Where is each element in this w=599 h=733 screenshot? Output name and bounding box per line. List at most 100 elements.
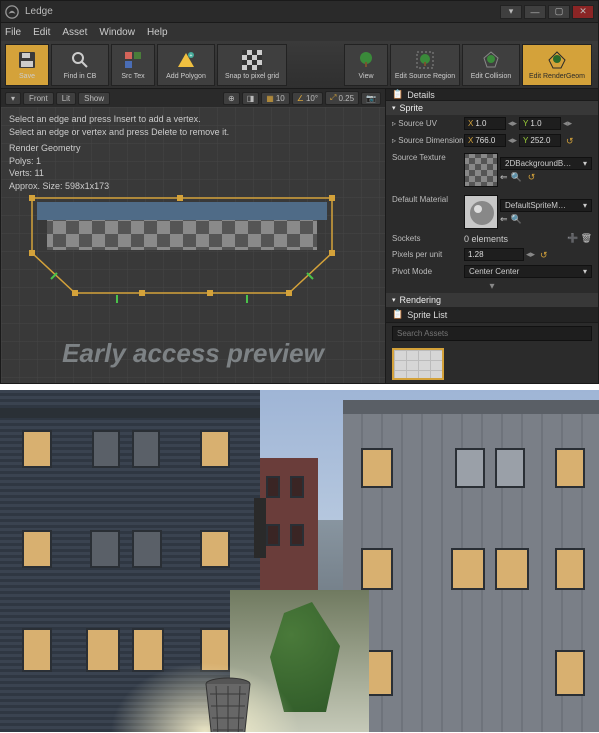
menu-file[interactable]: File [5,27,21,38]
pivot-mode-dropdown[interactable]: Center Center▾ [464,265,592,278]
save-button[interactable]: Save [5,44,49,86]
source-texture-thumb[interactable] [464,153,498,187]
spinner-icon[interactable]: ◂▸ [508,118,517,129]
angle-snap-field[interactable]: ∠10° [292,92,323,105]
sockets-row: Sockets 0 elements ➕ 🗑 [386,231,598,246]
menu-edit[interactable]: Edit [33,27,50,38]
source-dim-y-field[interactable]: Y252.0 [519,134,561,147]
grid-snap-field[interactable]: ▦10 [261,92,289,105]
transform-mode-toggle[interactable]: ⊕ [223,92,240,105]
close-button[interactable]: ✕ [572,5,594,19]
default-material-thumb[interactable] [464,195,498,229]
reset-icon[interactable]: ↺ [528,172,538,182]
menu-window[interactable]: Window [99,27,135,38]
titlebar: Ledge ▾ — ▢ ✕ [1,1,598,23]
find-in-cb-button[interactable]: Find in CB [51,44,109,86]
use-asset-icon[interactable]: ⇐ [500,214,508,225]
add-element-icon[interactable]: ➕ [567,233,578,244]
maximize-button[interactable]: ▢ [548,5,570,19]
scale-snap-field[interactable]: ⤢0.25 [325,91,359,105]
source-texture-dropdown[interactable]: 2DBackgroundB…▾ [500,157,592,170]
window-title: Ledge [25,6,53,17]
pixels-per-unit-row: Pixels per unit 1.28 ◂▸ ↺ [386,246,598,263]
sprite-asset-thumb[interactable] [392,348,444,380]
add-polygon-button[interactable]: + Add Polygon [157,44,215,86]
source-dim-x-field[interactable]: X766.0 [464,134,506,147]
source-dimension-row: ▹ Source Dimension X766.0 ◂▸ Y252.0 ↺ [386,132,598,149]
ppu-field[interactable]: 1.28 [464,248,524,261]
pivot-label: Pivot Mode [392,267,464,276]
source-uv-label: ▹ Source UV [392,119,464,128]
browse-asset-icon[interactable]: 🔍 [511,172,522,183]
expand-arrow-icon[interactable]: ▾ [386,280,598,293]
surface-snap-toggle[interactable]: ◨ [242,92,260,105]
texture-icon [122,49,144,71]
main-toolbar: Save Find in CB Src Tex + Add Polygon Sn… [1,41,598,89]
edit-collision-button[interactable]: Edit Collision [462,44,520,86]
source-texture-label: Source Texture [392,153,464,162]
snap-to-grid-button[interactable]: Snap to pixel grid [217,44,287,86]
checker-icon [241,49,263,71]
sprite-list-header[interactable]: 📋 Sprite List [386,307,598,323]
reset-icon[interactable]: ↺ [540,250,550,260]
viewport-toolbar: ▾ Front Lit Show ⊕ ◨ ▦10 ∠10° ⤢0.25 📷 [1,89,385,107]
sprite-asset-area [386,344,598,383]
details-header[interactable]: 📋 Details [386,89,598,101]
source-texture-row: Source Texture 2DBackgroundB…▾ ⇐ 🔍 ↺ [386,149,598,189]
clear-elements-icon[interactable]: 🗑 [581,233,592,244]
default-material-label: Default Material [392,195,464,204]
tree-collision-icon [480,49,502,71]
view-mode-button[interactable]: View [344,44,388,86]
trash-can-icon [200,676,256,732]
reset-icon[interactable]: ↺ [566,136,576,146]
menu-help[interactable]: Help [147,27,168,38]
use-asset-icon[interactable]: ⇐ [500,172,508,183]
source-uv-x-field[interactable]: X1.0 [464,117,506,130]
rendering-section-header[interactable]: Rendering [386,293,598,307]
building-right [343,400,599,732]
chevron-down-icon: ▾ [583,201,587,210]
spinner-icon[interactable]: ◂▸ [526,249,535,260]
sprite-list-panel: 📋 Sprite List 1 item 👁 View Options ▾ [386,307,598,383]
watermark-text: Early access preview [1,338,385,369]
viewport[interactable]: Select an edge and press Insert to add a… [1,107,385,383]
edit-render-geom-button[interactable]: Edit RenderGeom [522,44,592,86]
sprite-search-input[interactable] [392,326,592,341]
default-material-dropdown[interactable]: DefaultSpriteM…▾ [500,199,592,212]
viewport-column: ▾ Front Lit Show ⊕ ◨ ▦10 ∠10° ⤢0.25 📷 Se… [1,89,385,383]
view-lit-button[interactable]: Lit [56,92,76,105]
browse-asset-icon[interactable]: 🔍 [511,214,522,225]
view-front-button[interactable]: Front [23,92,54,105]
source-dimension-label: ▹ Source Dimension [392,136,464,145]
tree-geom-icon [546,49,568,71]
pivot-mode-row: Pivot Mode Center Center▾ [386,263,598,280]
viewport-hint: Select an edge and press Insert to add a… [9,113,229,193]
svg-text:+: + [190,53,193,59]
source-uv-row: ▹ Source UV X1.0 ◂▸ Y1.0 ◂▸ [386,115,598,132]
source-uv-y-field[interactable]: Y1.0 [519,117,561,130]
help-console-button[interactable]: ▾ [500,5,522,19]
editor-window: Ledge ▾ — ▢ ✕ File Edit Asset Window Hel… [0,0,599,384]
chevron-down-icon: ▾ [583,159,587,168]
floppy-icon [16,49,38,71]
edit-source-region-button[interactable]: Edit Source Region [390,44,460,86]
view-show-button[interactable]: Show [78,92,110,105]
src-tex-button[interactable]: Src Tex [111,44,155,86]
spinner-icon[interactable]: ◂▸ [508,135,517,146]
engine-logo-icon [5,5,19,19]
sockets-label: Sockets [392,234,464,243]
menu-asset[interactable]: Asset [62,27,87,38]
content-area: ▾ Front Lit Show ⊕ ◨ ▦10 ∠10° ⤢0.25 📷 Se… [1,89,598,383]
minimize-button[interactable]: — [524,5,546,19]
game-scene-preview [0,390,599,732]
sprite-section-header[interactable]: Sprite [386,101,598,115]
spinner-icon[interactable]: ◂▸ [563,118,572,129]
default-material-row: Default Material DefaultSpriteM…▾ ⇐ 🔍 [386,189,598,231]
render-geometry-shape[interactable] [27,195,337,315]
camera-speed-button[interactable]: 📷 [361,92,381,105]
magnifier-icon [69,49,91,71]
viewport-menu-chevron[interactable]: ▾ [5,92,21,105]
ppu-label: Pixels per unit [392,250,464,259]
tree-icon [355,49,377,71]
menubar: File Edit Asset Window Help [1,23,598,41]
